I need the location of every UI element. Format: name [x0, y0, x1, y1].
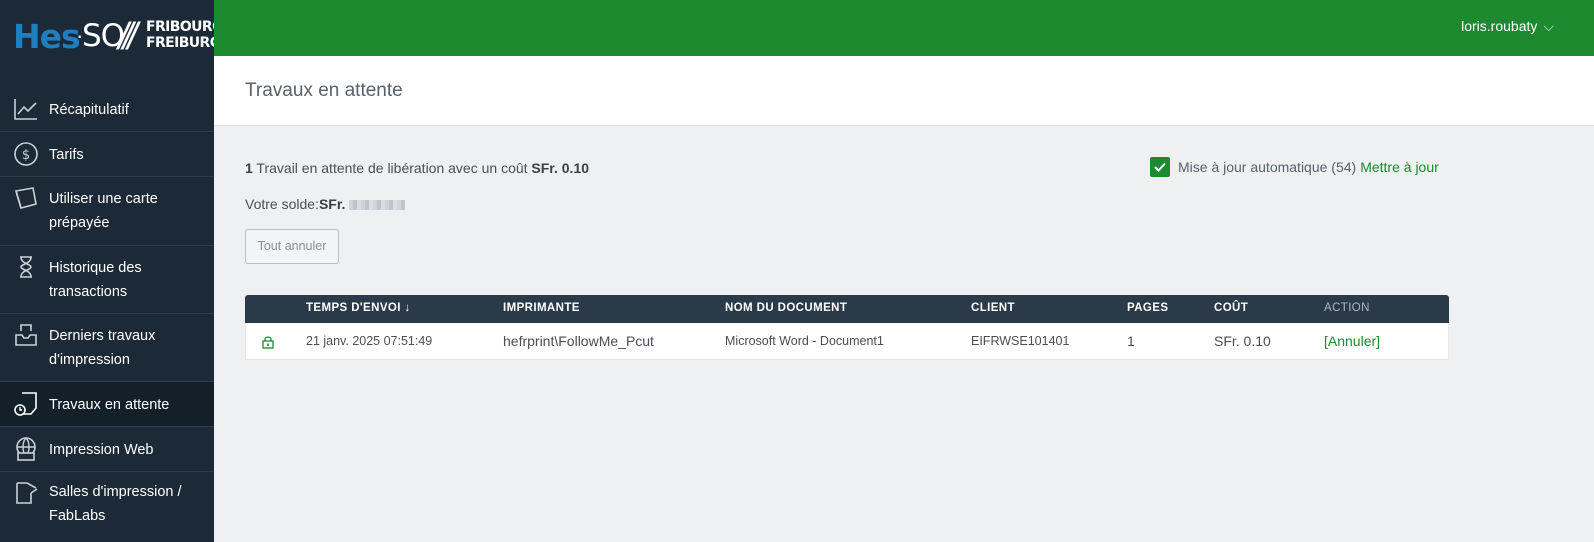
auto-update: Mise à jour automatique (54) Mettre à jo… [1150, 157, 1439, 177]
pending-print-icon [14, 392, 37, 416]
sidebar-item-carte-prepayee[interactable]: Utiliser une carte prépayée [0, 177, 214, 246]
dollar-circle-icon: $ [14, 142, 38, 166]
sidebar-item-label: Utiliser une carte prépayée [49, 191, 158, 231]
table-header: TEMPS D'ENVOI ↓ IMPRIMANTE NOM DU DOCUME… [245, 295, 1449, 323]
page-header: Travaux en attente [214, 56, 1594, 126]
column-header-client[interactable]: CLIENT [971, 302, 1015, 314]
sidebar-item-label: Derniers travaux d'impression [49, 328, 156, 368]
column-header-cost[interactable]: COÛT [1214, 302, 1248, 314]
printer-room-icon [16, 482, 38, 504]
user-menu[interactable]: loris.roubaty ⌵ [1461, 18, 1554, 35]
pending-summary-text: Travail en attente de libération avec un… [252, 160, 532, 176]
hes-so-logo[interactable]: Hes · SO /// FRIBOURG FREIBURG [0, 0, 224, 80]
logo-city-fr: FRIBOURG [146, 19, 224, 35]
sidebar-item-recapitulatif[interactable]: Récapitulatif [0, 87, 214, 132]
sidebar-item-tarifs[interactable]: $ Tarifs [0, 132, 214, 177]
svg-text:$: $ [22, 148, 30, 163]
column-header-time[interactable]: TEMPS D'ENVOI ↓ [306, 302, 411, 314]
cell-printer: hefrprint\FollowMe_Pcut [503, 333, 654, 349]
balance: Votre solde:SFr. [245, 196, 406, 212]
column-header-printer[interactable]: IMPRIMANTE [503, 302, 580, 314]
sidebar-item-historique[interactable]: Historique des transactions [0, 246, 214, 314]
chevron-down-icon: ⌵ [1543, 18, 1554, 34]
username: loris.roubaty [1461, 18, 1538, 34]
cancel-job-link[interactable]: [Annuler] [1324, 333, 1380, 349]
sidebar-item-salles-impression[interactable]: Salles d'impression / FabLabs [0, 472, 214, 542]
top-bar: loris.roubaty ⌵ [214, 0, 1594, 56]
balance-value-redacted [349, 200, 406, 211]
sidebar-item-label: Historique des transactions [49, 260, 142, 300]
sidebar-item-impression-web[interactable]: Impression Web [0, 427, 214, 472]
column-header-time-label: TEMPS D'ENVOI [306, 302, 401, 314]
sidebar-item-label: Impression Web [49, 442, 154, 458]
balance-label: Votre solde: [245, 196, 319, 212]
column-header-pages[interactable]: PAGES [1127, 302, 1168, 314]
refresh-link[interactable]: Mettre à jour [1360, 159, 1439, 175]
web-print-icon [16, 437, 36, 461]
checkmark-icon [1154, 162, 1166, 172]
sidebar-item-travaux-en-attente[interactable]: Travaux en attente [0, 382, 214, 427]
logo-slashes: /// [118, 16, 138, 58]
lock-icon [262, 336, 274, 349]
column-header-action: ACTION [1324, 302, 1370, 314]
inbox-icon [15, 324, 37, 346]
hourglass-icon [20, 256, 32, 278]
cell-cost: SFr. 0.10 [1214, 333, 1271, 349]
column-header-document[interactable]: NOM DU DOCUMENT [725, 302, 847, 314]
auto-update-label: Mise à jour automatique (54) [1178, 159, 1357, 175]
logo-city-de: FREIBURG [146, 35, 221, 51]
pending-amount: SFr. 0.10 [531, 160, 590, 176]
sidebar-item-label: Récapitulatif [49, 102, 129, 118]
card-icon [14, 187, 37, 209]
logo-city: FRIBOURG FREIBURG [146, 19, 224, 51]
cell-time: 21 janv. 2025 07:51:49 [306, 334, 433, 348]
sidebar-item-derniers-travaux[interactable]: Derniers travaux d'impression [0, 314, 214, 382]
cancel-all-button[interactable]: Tout annuler [245, 229, 339, 264]
auto-update-checkbox[interactable] [1150, 157, 1170, 177]
pending-jobs-table: TEMPS D'ENVOI ↓ IMPRIMANTE NOM DU DOCUME… [245, 295, 1449, 360]
page-title: Travaux en attente [245, 80, 403, 101]
table-row: 21 janv. 2025 07:51:49 hefrprint\FollowM… [245, 323, 1449, 360]
sidebar: Hes · SO /// FRIBOURG FREIBURG Récapitul… [0, 0, 224, 542]
sort-desc-icon: ↓ [404, 302, 411, 314]
cell-pages: 1 [1127, 333, 1135, 349]
balance-currency: SFr. [318, 196, 346, 212]
sidebar-item-label: Travaux en attente [49, 397, 170, 413]
logo-hes: Hes [13, 17, 81, 56]
pending-count: 1 [245, 160, 253, 176]
chart-line-icon [14, 99, 37, 120]
pending-summary: 1 Travail en attente de libération avec … [245, 160, 589, 176]
sidebar-item-label: Tarifs [49, 147, 84, 163]
cell-client: EIFRWSE101401 [971, 334, 1070, 348]
cell-document: Microsoft Word - Document1 [725, 334, 884, 348]
sidebar-item-label: Salles d'impression / FabLabs [49, 484, 182, 524]
